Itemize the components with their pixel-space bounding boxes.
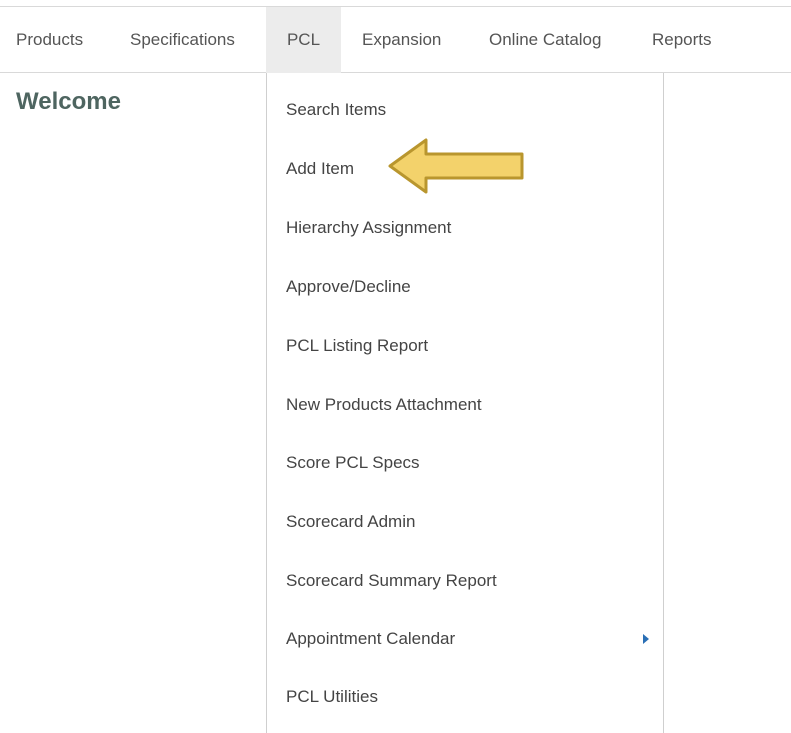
menu-item-label: Add Item bbox=[286, 159, 355, 178]
menu-item-appointment-calendar[interactable]: Appointment Calendar bbox=[267, 610, 663, 668]
menu-item-label: Search Items bbox=[286, 100, 387, 119]
menu-item-score-pcl-specs[interactable]: Score PCL Specs bbox=[267, 434, 663, 492]
menu-item-scorecard-summary-report[interactable]: Scorecard Summary Report bbox=[267, 552, 663, 610]
menu-item-scorecard-admin[interactable]: Scorecard Admin bbox=[267, 493, 663, 551]
menu-item-new-products-attachment[interactable]: New Products Attachment bbox=[267, 376, 663, 434]
menu-item-label: Approve/Decline bbox=[286, 277, 411, 296]
nav-online-catalog[interactable]: Online Catalog bbox=[489, 7, 601, 73]
nav-reports[interactable]: Reports bbox=[652, 7, 712, 73]
menu-item-label: PCL Utilities bbox=[286, 687, 378, 706]
menu-item-search-items[interactable]: Search Items bbox=[267, 81, 663, 139]
menu-item-label: PCL Listing Report bbox=[286, 336, 429, 355]
menu-item-approve-decline[interactable]: Approve/Decline bbox=[267, 258, 663, 316]
menu-item-label: Score PCL Specs bbox=[286, 453, 420, 472]
menu-item-label: Hierarchy Assignment bbox=[286, 218, 452, 237]
nav-specifications[interactable]: Specifications bbox=[130, 7, 235, 73]
menu-item-hierarchy-assignment[interactable]: Hierarchy Assignment bbox=[267, 199, 663, 257]
arrow-left-icon bbox=[388, 138, 524, 194]
page: Products Specifications PCL Expansion On… bbox=[0, 0, 791, 733]
menu-item-label: Appointment Calendar bbox=[286, 629, 456, 648]
top-navigation: Products Specifications PCL Expansion On… bbox=[0, 6, 791, 73]
menu-item-label: Scorecard Admin bbox=[286, 512, 416, 531]
page-title: Welcome bbox=[16, 88, 121, 115]
menu-item-label: Scorecard Summary Report bbox=[286, 571, 497, 590]
nav-expansion[interactable]: Expansion bbox=[362, 7, 441, 73]
menu-item-pcl-listing-report[interactable]: PCL Listing Report bbox=[267, 317, 663, 375]
menu-item-label: New Products Attachment bbox=[286, 395, 482, 414]
menu-item-pcl-utilities[interactable]: PCL Utilities bbox=[267, 668, 663, 726]
nav-products[interactable]: Products bbox=[16, 7, 83, 73]
nav-pcl[interactable]: PCL bbox=[266, 7, 341, 73]
caret-right-icon bbox=[643, 634, 649, 644]
